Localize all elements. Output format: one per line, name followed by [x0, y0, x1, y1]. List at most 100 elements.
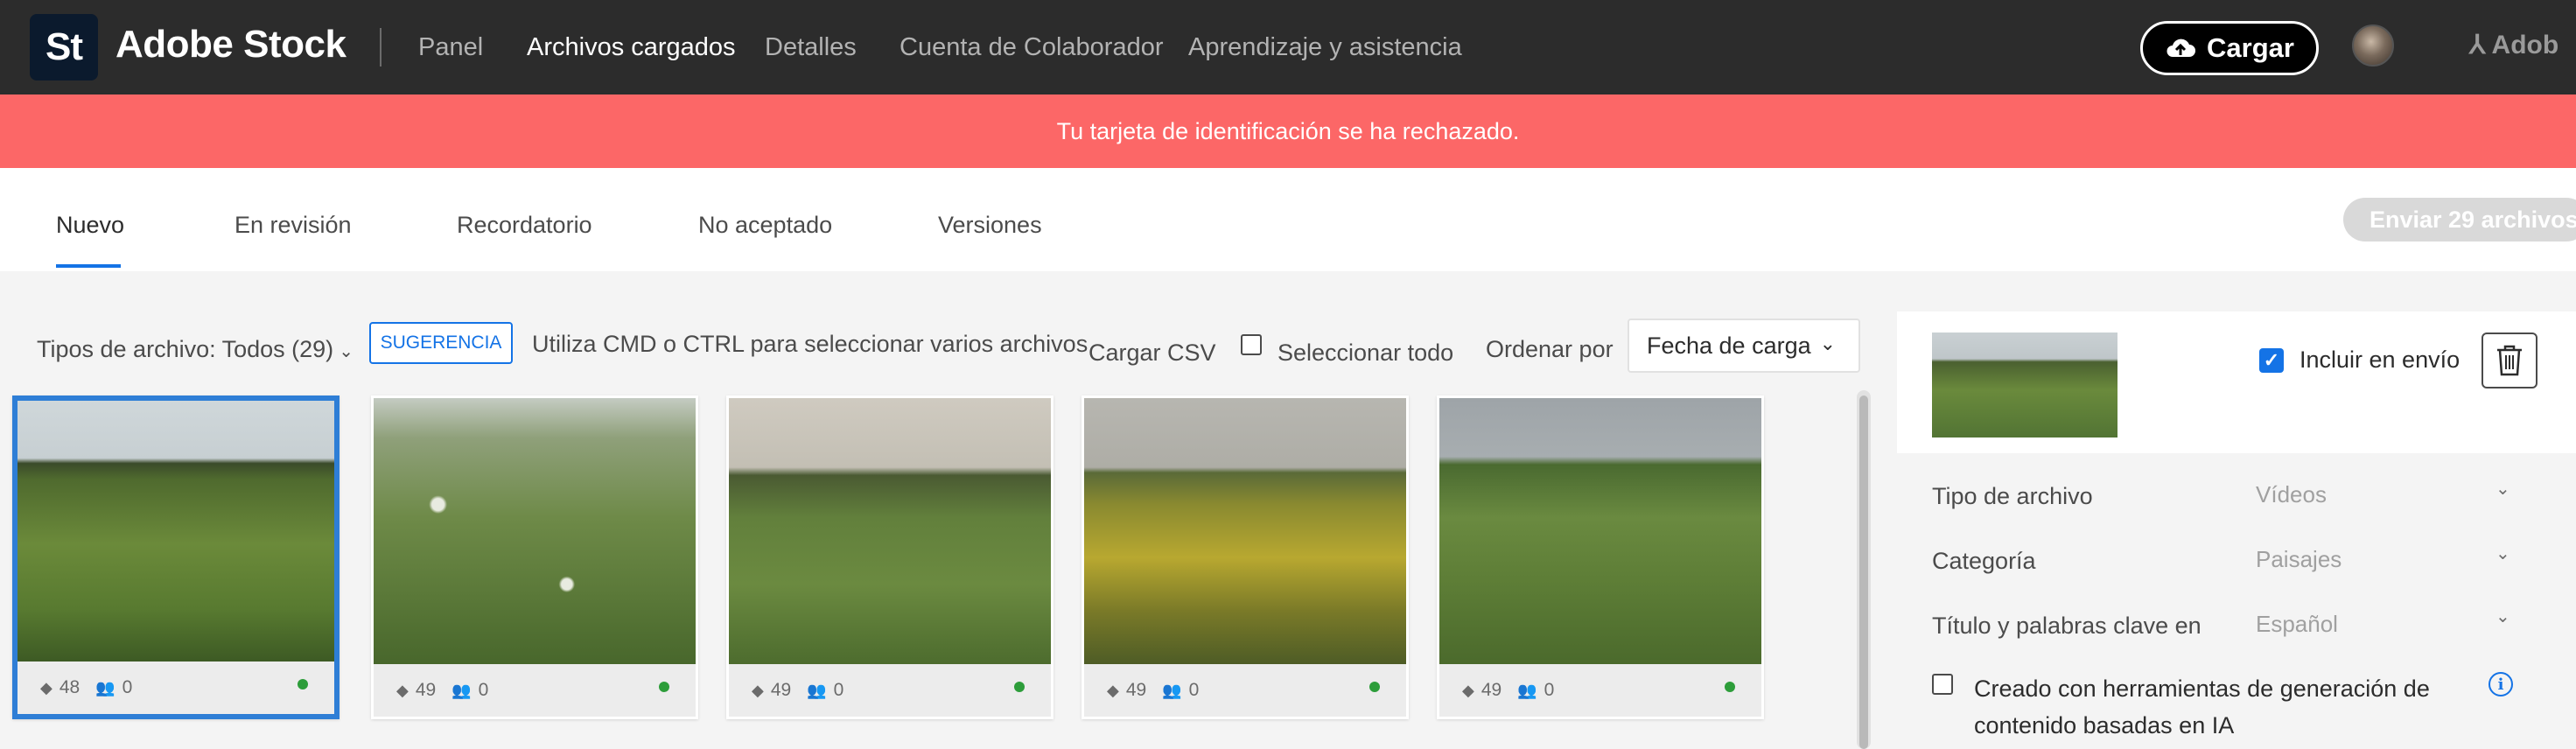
tag-icon: ◆ — [396, 682, 409, 699]
people-count: 👥 0 — [1162, 680, 1199, 701]
delete-button[interactable] — [2482, 332, 2538, 388]
people-icon: 👥 — [1162, 682, 1182, 699]
keyword-count: ◆ 49 — [396, 680, 436, 701]
selected-file-preview — [1932, 332, 2118, 438]
tab-new[interactable]: Nuevo — [56, 212, 124, 239]
keyword-count: ◆ 49 — [1462, 680, 1502, 701]
thumbnail-meta: ◆ 48 👥 0 — [18, 662, 334, 714]
adobe-stock-logo[interactable]: St — [30, 14, 98, 80]
nav-contributor-account[interactable]: Cuenta de Colaborador — [900, 33, 1163, 62]
submit-files-button[interactable]: Enviar 29 archivos — [2343, 198, 2576, 242]
people-icon: 👥 — [807, 682, 827, 699]
status-dot — [1369, 682, 1380, 692]
chevron-down-icon[interactable]: ⌄ — [2496, 542, 2510, 564]
people-count-value: 0 — [833, 680, 844, 700]
chevron-down-icon[interactable]: ⌄ — [2496, 606, 2510, 627]
people-count-value: 0 — [122, 677, 133, 697]
category-label: Categoría — [1932, 548, 2036, 574]
chevron-down-icon: ⌄ — [339, 342, 354, 361]
file-type-filter[interactable]: Tipos de archivo: Todos (29) ⌄ — [37, 336, 354, 363]
status-dot — [659, 682, 669, 692]
thumbnail-image — [374, 398, 696, 664]
info-icon[interactable]: i — [2488, 672, 2513, 696]
people-count: 👥 0 — [452, 680, 488, 701]
people-count: 👥 0 — [807, 680, 844, 701]
adobe-label: Adob — [2491, 31, 2559, 60]
status-dot — [298, 679, 308, 690]
top-header: St Adobe Stock Panel Archivos cargados D… — [0, 0, 2576, 94]
people-icon: 👥 — [1517, 682, 1537, 699]
select-all-label: Seleccionar todo — [1278, 340, 1454, 366]
keyword-count: ◆ 49 — [1107, 680, 1146, 701]
brand-divider — [380, 28, 382, 66]
ai-generated-label: Creado con herramientas de generación de… — [1974, 676, 2430, 738]
file-thumbnail[interactable]: ◆ 49 👥 0 — [371, 396, 698, 719]
nav-details[interactable]: Detalles — [765, 33, 857, 62]
nav-uploaded-files[interactable]: Archivos cargados — [527, 33, 736, 62]
keyword-count: ◆ 49 — [752, 680, 791, 701]
language-select[interactable]: Español — [2256, 611, 2338, 638]
tip-text: Utiliza CMD o CTRL para seleccionar vari… — [532, 331, 1088, 357]
file-thumbnail[interactable]: ◆ 49 👥 0 — [1437, 396, 1764, 719]
people-count-value: 0 — [1544, 680, 1555, 700]
brand-name[interactable]: Adobe Stock — [116, 23, 346, 66]
thumbnail-image — [1084, 398, 1406, 664]
status-dot — [1014, 682, 1025, 692]
thumbnail-meta: ◆ 49 👥 0 — [1439, 664, 1761, 717]
adobe-mark-icon: ⅄ — [2469, 31, 2492, 60]
thumbnail-image — [18, 401, 334, 662]
sort-value: Fecha de carga — [1647, 332, 1811, 359]
tab-versions[interactable]: Versiones — [938, 212, 1042, 239]
status-tabs: Nuevo En revisión Recordatorio No acepta… — [0, 168, 2576, 271]
avatar[interactable] — [2352, 24, 2394, 66]
thumbnail-image — [1439, 398, 1761, 664]
category-select[interactable]: Paisajes — [2256, 546, 2342, 573]
file-type-select[interactable]: Vídeos — [2256, 481, 2327, 508]
sort-select[interactable]: Fecha de carga ⌄ — [1628, 318, 1860, 373]
thumbnail-meta: ◆ 49 👥 0 — [1084, 664, 1406, 717]
upload-label: Cargar — [2207, 32, 2294, 63]
include-in-submission-checkbox[interactable]: ✓ — [2259, 348, 2284, 373]
file-type-label: Tipo de archivo — [1932, 483, 2093, 509]
people-count-value: 0 — [478, 680, 489, 700]
tag-icon: ◆ — [40, 679, 52, 696]
people-count: 👥 0 — [1517, 680, 1554, 701]
upload-csv-link[interactable]: Cargar CSV — [1088, 340, 1216, 367]
chevron-down-icon[interactable]: ⌄ — [2496, 478, 2510, 500]
select-all-checkbox[interactable] — [1241, 334, 1262, 355]
thumbnail-meta: ◆ 49 👥 0 — [729, 664, 1051, 717]
tab-in-review[interactable]: En revisión — [234, 212, 352, 239]
adobe-logo[interactable]: ⅄ Adob — [2469, 30, 2558, 60]
sort-by-label: Ordenar por — [1486, 336, 1614, 362]
thumbnail-image — [729, 398, 1051, 664]
tab-not-accepted[interactable]: No aceptado — [698, 212, 832, 239]
file-type-filter-label: Tipos de archivo: Todos (29) — [37, 336, 334, 362]
file-thumbnail[interactable]: ◆ 49 👥 0 — [726, 396, 1054, 719]
ai-generated-checkbox[interactable] — [1932, 674, 1953, 695]
nav-panel[interactable]: Panel — [418, 33, 483, 62]
tip-badge: SUGERENCIA — [369, 322, 513, 364]
keyword-count-value: 49 — [1480, 680, 1502, 700]
keyword-count-value: 49 — [415, 680, 437, 700]
chevron-down-icon: ⌄ — [1819, 332, 1836, 354]
error-message: Tu tarjeta de identificación se ha recha… — [1056, 117, 1520, 144]
people-icon: 👥 — [95, 679, 116, 696]
file-thumbnail[interactable]: ◆ 49 👥 0 — [1082, 396, 1409, 719]
tag-icon: ◆ — [1462, 682, 1474, 699]
title-keywords-language-label: Título y palabras clave en — [1932, 612, 2202, 639]
active-tab-indicator — [56, 264, 121, 268]
tab-reminder[interactable]: Recordatorio — [457, 212, 592, 239]
nav-learning-support[interactable]: Aprendizaje y asistencia — [1188, 33, 1462, 62]
error-banner: Tu tarjeta de identificación se ha recha… — [0, 94, 2576, 168]
upload-button[interactable]: Cargar — [2140, 21, 2319, 75]
file-thumbnail[interactable]: ◆ 48 👥 0 — [12, 396, 340, 719]
thumbnail-meta: ◆ 49 👥 0 — [374, 664, 696, 717]
grid-scrollbar-thumb[interactable] — [1859, 396, 1868, 749]
keyword-count-value: 49 — [1125, 680, 1147, 700]
trash-icon — [2497, 345, 2522, 376]
keyword-count: ◆ 48 — [40, 677, 80, 698]
keyword-count-value: 49 — [770, 680, 792, 700]
include-in-submission-label: Incluir en envío — [2300, 346, 2460, 373]
tag-icon: ◆ — [752, 682, 764, 699]
keyword-count-value: 48 — [59, 677, 80, 697]
